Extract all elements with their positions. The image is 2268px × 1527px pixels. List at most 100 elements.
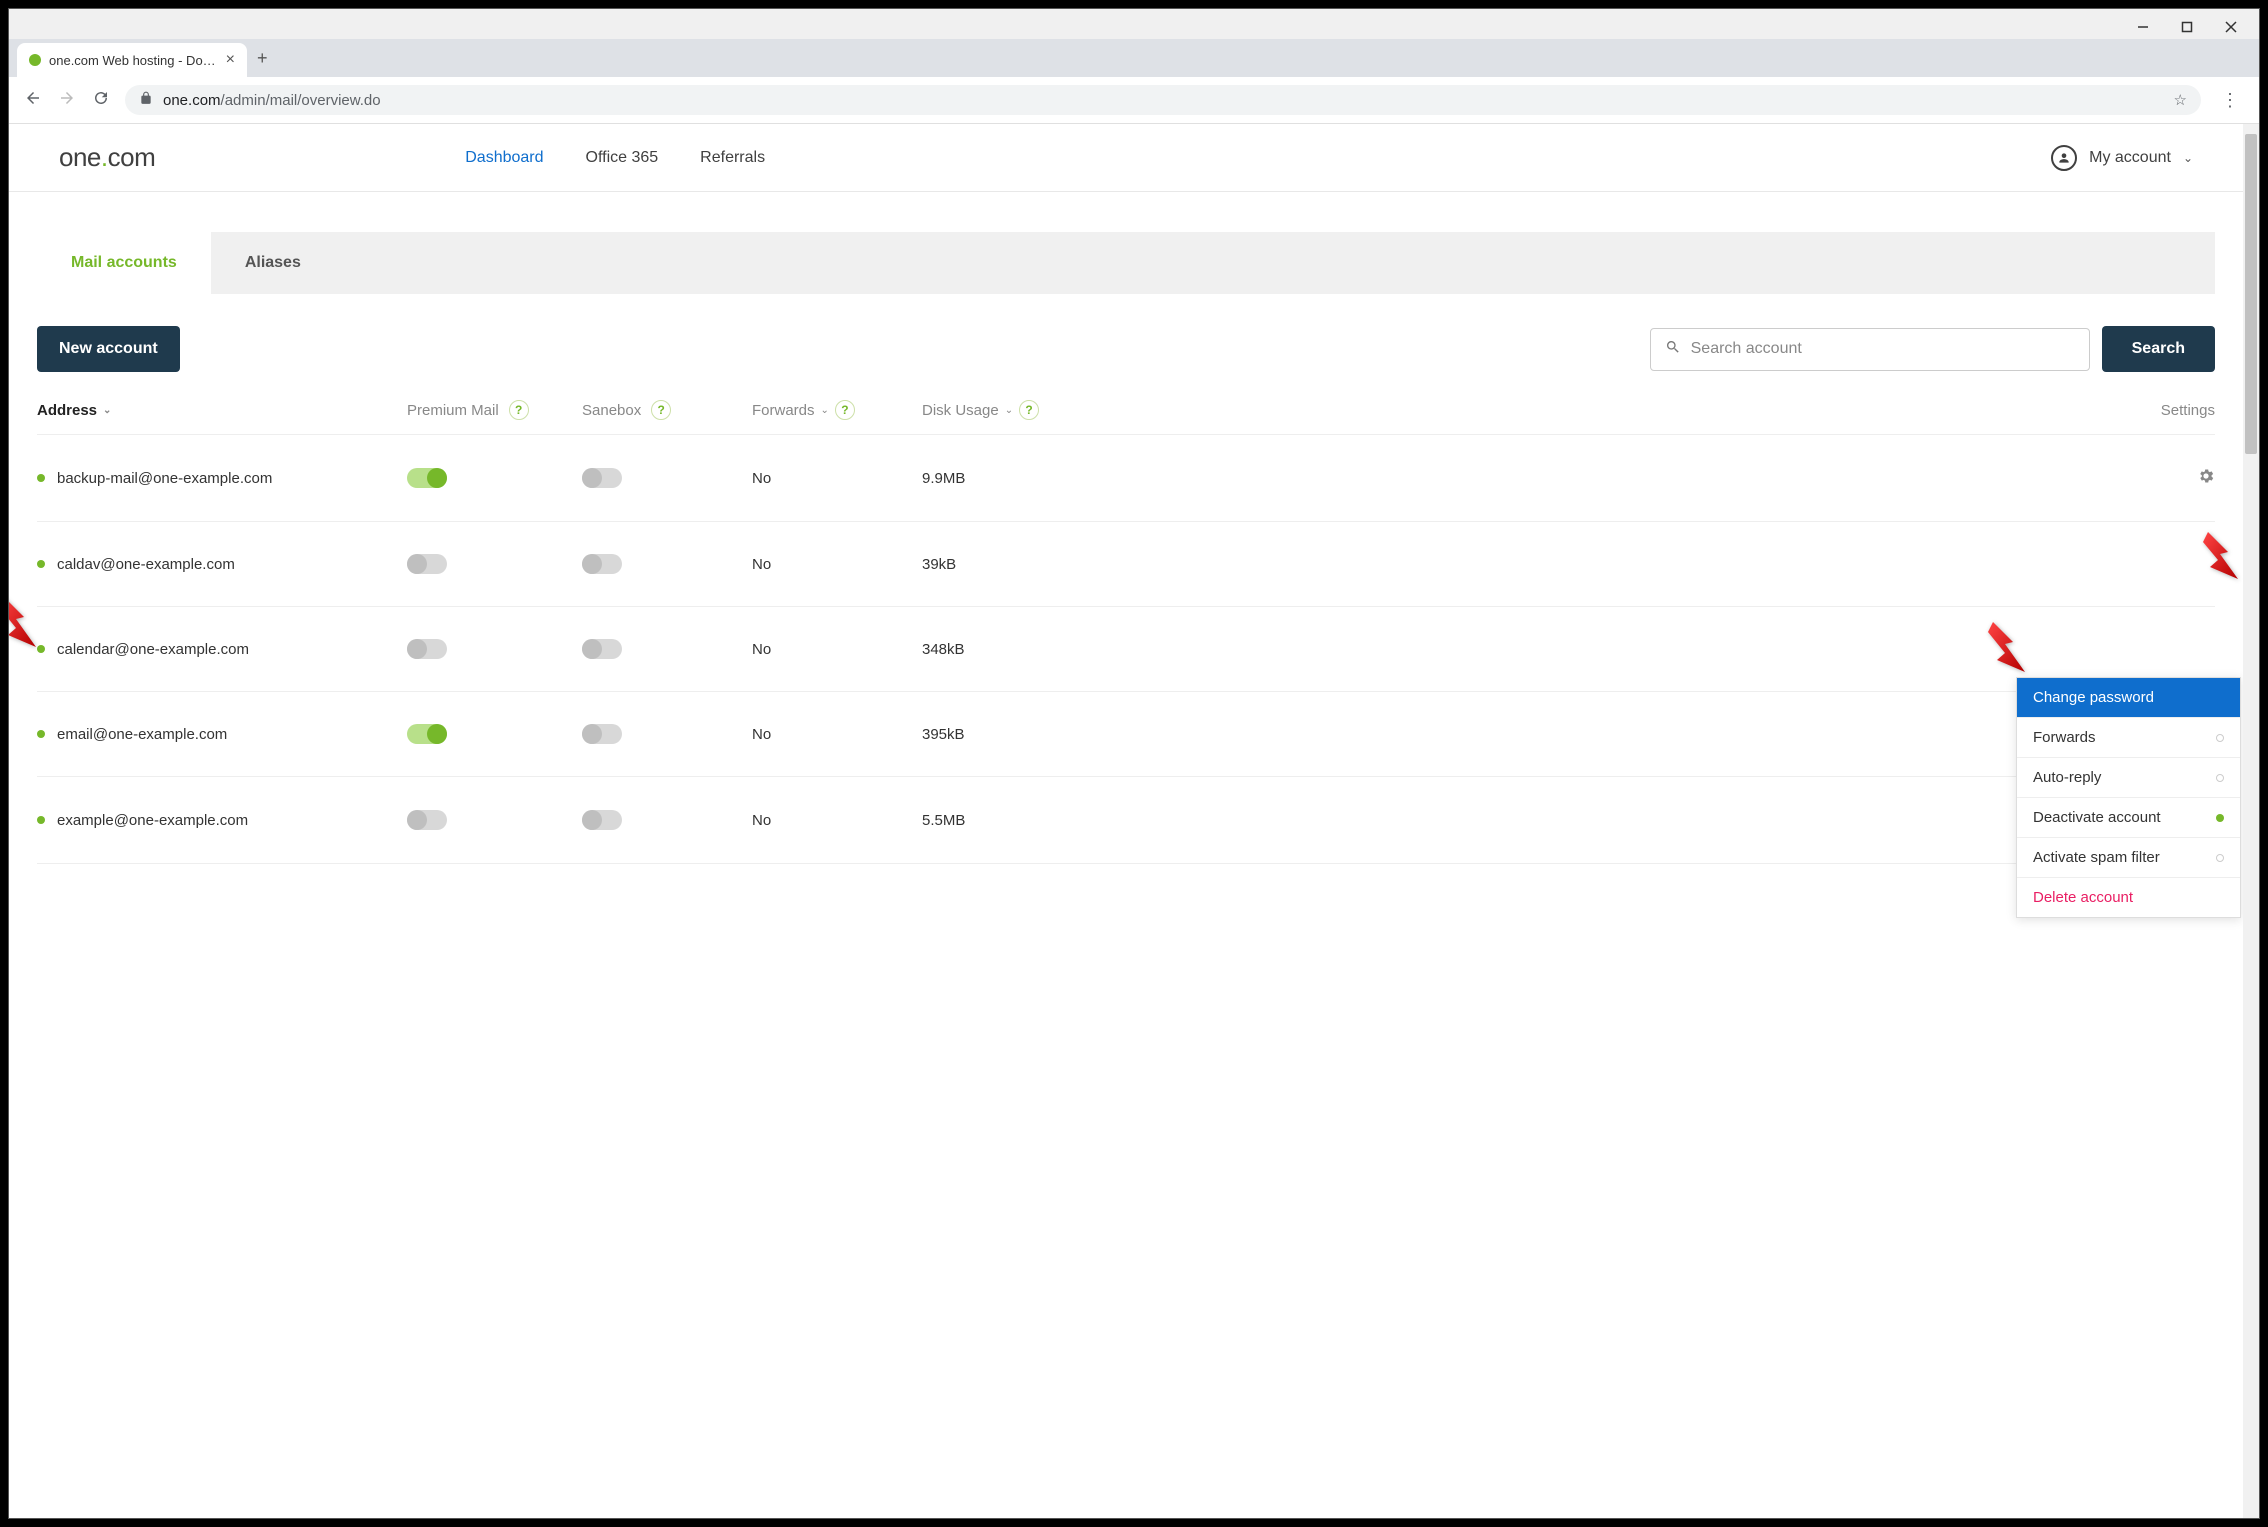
nav-referrals[interactable]: Referrals (700, 149, 765, 167)
address-bar[interactable]: one.com/admin/mail/overview.do ☆ (125, 85, 2201, 115)
url-path: /admin/mail/overview.do (221, 92, 381, 109)
disk-cell: 5.5MB (922, 812, 1122, 829)
nav-dashboard[interactable]: Dashboard (465, 149, 543, 167)
status-dot-icon (37, 816, 45, 824)
premium-toggle[interactable] (407, 554, 447, 574)
forward-button[interactable] (57, 89, 77, 112)
dropdown-deactivate[interactable]: Deactivate account (2017, 798, 2240, 838)
disk-cell: 348kB (922, 641, 1122, 658)
premium-cell (407, 468, 582, 488)
address-cell: backup-mail@one-example.com (37, 470, 407, 487)
help-icon[interactable]: ? (835, 400, 855, 420)
premium-cell (407, 724, 582, 744)
dropdown-delete[interactable]: Delete account (2017, 878, 2240, 917)
dropdown-change-password[interactable]: Change password (2017, 678, 2240, 718)
help-icon[interactable]: ? (1019, 400, 1039, 420)
sanebox-cell (582, 554, 752, 574)
column-premium: Premium Mail ? (407, 400, 582, 420)
sanebox-toggle[interactable] (582, 724, 622, 744)
sanebox-toggle[interactable] (582, 639, 622, 659)
premium-cell (407, 810, 582, 830)
nav-office365[interactable]: Office 365 (586, 149, 659, 167)
window-controls (9, 9, 2259, 39)
address-text: email@one-example.com (57, 726, 227, 743)
new-tab-button[interactable]: + (247, 40, 278, 77)
premium-cell (407, 554, 582, 574)
sanebox-toggle[interactable] (582, 554, 622, 574)
gear-icon[interactable] (2197, 472, 2215, 489)
address-text: backup-mail@one-example.com (57, 470, 272, 487)
browser-tab[interactable]: one.com Web hosting - Domain × (17, 43, 247, 77)
tab-mail-accounts[interactable]: Mail accounts (37, 232, 211, 294)
forwards-cell: No (752, 556, 922, 573)
status-dot-icon (2216, 774, 2224, 782)
bookmark-star-icon[interactable]: ☆ (2174, 91, 2187, 109)
premium-toggle[interactable] (407, 468, 447, 488)
action-row: New account Search (37, 326, 2215, 372)
dropdown-auto-reply[interactable]: Auto-reply (2017, 758, 2240, 798)
back-button[interactable] (23, 89, 43, 112)
tab-close-icon[interactable]: × (226, 51, 235, 69)
column-forwards[interactable]: Forwards ⌄ ? (752, 400, 922, 420)
table-row: caldav@one-example.com No39kB (37, 522, 2215, 607)
sanebox-cell (582, 639, 752, 659)
table-row: calendar@one-example.com No348kB (37, 607, 2215, 692)
site-header: one.com Dashboard Office 365 Referrals M… (9, 124, 2243, 192)
site-logo[interactable]: one.com (59, 142, 155, 173)
page-tabs: Mail accounts Aliases (37, 232, 2215, 294)
status-dot-icon (37, 474, 45, 482)
search-icon (1665, 339, 1681, 360)
premium-toggle[interactable] (407, 724, 447, 744)
premium-cell (407, 639, 582, 659)
dropdown-spam-filter[interactable]: Activate spam filter (2017, 838, 2240, 878)
help-icon[interactable]: ? (509, 400, 529, 420)
lock-icon (139, 91, 153, 109)
address-text: caldav@one-example.com (57, 556, 235, 573)
window-minimize-button[interactable] (2135, 19, 2151, 35)
status-dot-icon (37, 560, 45, 568)
sanebox-toggle[interactable] (582, 810, 622, 830)
window-maximize-button[interactable] (2179, 19, 2195, 35)
vertical-scrollbar[interactable] (2243, 124, 2259, 1518)
disk-cell: 39kB (922, 556, 1122, 573)
sanebox-toggle[interactable] (582, 468, 622, 488)
table-row: example@one-example.comNo5.5MB (37, 777, 2215, 864)
tab-aliases[interactable]: Aliases (211, 232, 335, 294)
help-icon[interactable]: ? (651, 400, 671, 420)
top-nav: Dashboard Office 365 Referrals (465, 149, 765, 167)
premium-toggle[interactable] (407, 810, 447, 830)
column-disk-usage[interactable]: Disk Usage ⌄ ? (922, 400, 1122, 420)
status-dot-icon (2216, 814, 2224, 822)
disk-cell: 9.9MB (922, 470, 1122, 487)
search-box[interactable] (1650, 328, 2090, 371)
search-input[interactable] (1691, 340, 2075, 358)
account-label: My account (2089, 149, 2171, 167)
forwards-cell: No (752, 812, 922, 829)
search-button[interactable]: Search (2102, 326, 2215, 372)
forwards-cell: No (752, 470, 922, 487)
browser-menu-button[interactable]: ⋮ (2215, 90, 2245, 111)
sanebox-cell (582, 468, 752, 488)
window-close-button[interactable] (2223, 19, 2239, 35)
sanebox-cell (582, 724, 752, 744)
status-dot-icon (37, 645, 45, 653)
status-dot-icon (37, 730, 45, 738)
column-address[interactable]: Address ⌄ (37, 402, 407, 419)
disk-cell: 395kB (922, 726, 1122, 743)
dropdown-forwards[interactable]: Forwards (2017, 718, 2240, 758)
account-menu[interactable]: My account ⌄ (2051, 145, 2193, 171)
url-domain: one.com (163, 92, 221, 109)
address-cell: calendar@one-example.com (37, 641, 407, 658)
sanebox-cell (582, 810, 752, 830)
new-account-button[interactable]: New account (37, 326, 180, 372)
premium-toggle[interactable] (407, 639, 447, 659)
settings-cell (2197, 467, 2215, 489)
address-cell: email@one-example.com (37, 726, 407, 743)
forwards-cell: No (752, 641, 922, 658)
browser-tab-bar: one.com Web hosting - Domain × + (9, 39, 2259, 77)
address-cell: caldav@one-example.com (37, 556, 407, 573)
column-sanebox: Sanebox ? (582, 400, 752, 420)
scrollbar-thumb[interactable] (2245, 134, 2257, 454)
reload-button[interactable] (91, 89, 111, 112)
status-dot-icon (2216, 734, 2224, 742)
